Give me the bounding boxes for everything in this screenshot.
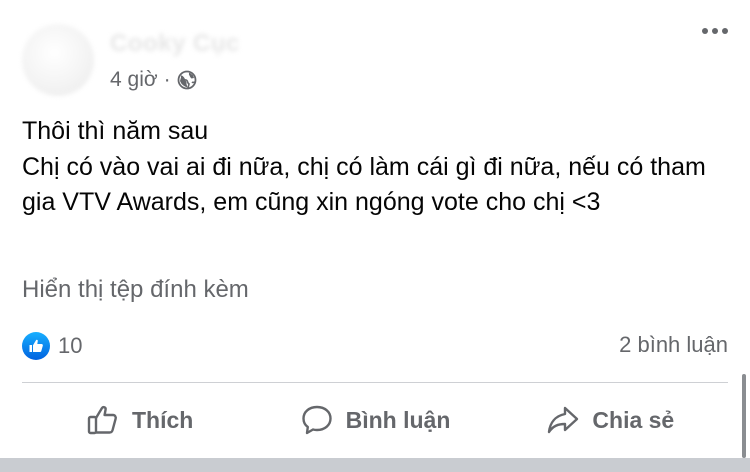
share-button[interactable]: Chia sẻ — [493, 392, 728, 448]
author-name[interactable]: Cooky Cục — [110, 30, 240, 58]
thumbs-up-icon — [87, 405, 117, 435]
more-options-icon[interactable] — [702, 28, 728, 34]
action-bar: Thích Bình luận Chia sẻ — [0, 392, 750, 448]
comment-icon — [301, 405, 332, 435]
show-attachment-link[interactable]: Hiển thị tệp đính kèm — [22, 276, 249, 304]
comment-count[interactable]: 2 bình luận — [619, 332, 728, 358]
like-reaction-icon — [22, 332, 50, 360]
scrollbar[interactable] — [742, 374, 746, 458]
share-label: Chia sẻ — [592, 406, 675, 433]
post-body: Thôi thì năm sau Chị có vào vai ai đi nữ… — [22, 114, 722, 221]
like-button[interactable]: Thích — [22, 392, 257, 448]
post-card: Cooky Cục 4 giờ · Thôi thì năm sau Chị c… — [0, 0, 750, 472]
post-timestamp[interactable]: 4 giờ — [110, 68, 158, 92]
avatar[interactable] — [22, 24, 94, 96]
share-icon — [548, 406, 579, 434]
post-body-line: Chị có vào vai ai đi nữa, chị có làm cái… — [22, 152, 706, 217]
comment-button[interactable]: Bình luận — [257, 392, 492, 448]
meta-separator: · — [163, 68, 171, 91]
divider — [22, 382, 728, 383]
globe-icon — [177, 70, 197, 90]
reaction-count: 10 — [58, 333, 83, 358]
post-body-line: Thôi thì năm sau — [22, 117, 209, 145]
like-label: Thích — [131, 406, 194, 433]
reactions-summary[interactable]: 10 — [22, 332, 82, 360]
post-meta: 4 giờ · — [110, 68, 197, 92]
comment-label: Bình luận — [345, 406, 451, 433]
bottom-edge — [0, 458, 750, 472]
